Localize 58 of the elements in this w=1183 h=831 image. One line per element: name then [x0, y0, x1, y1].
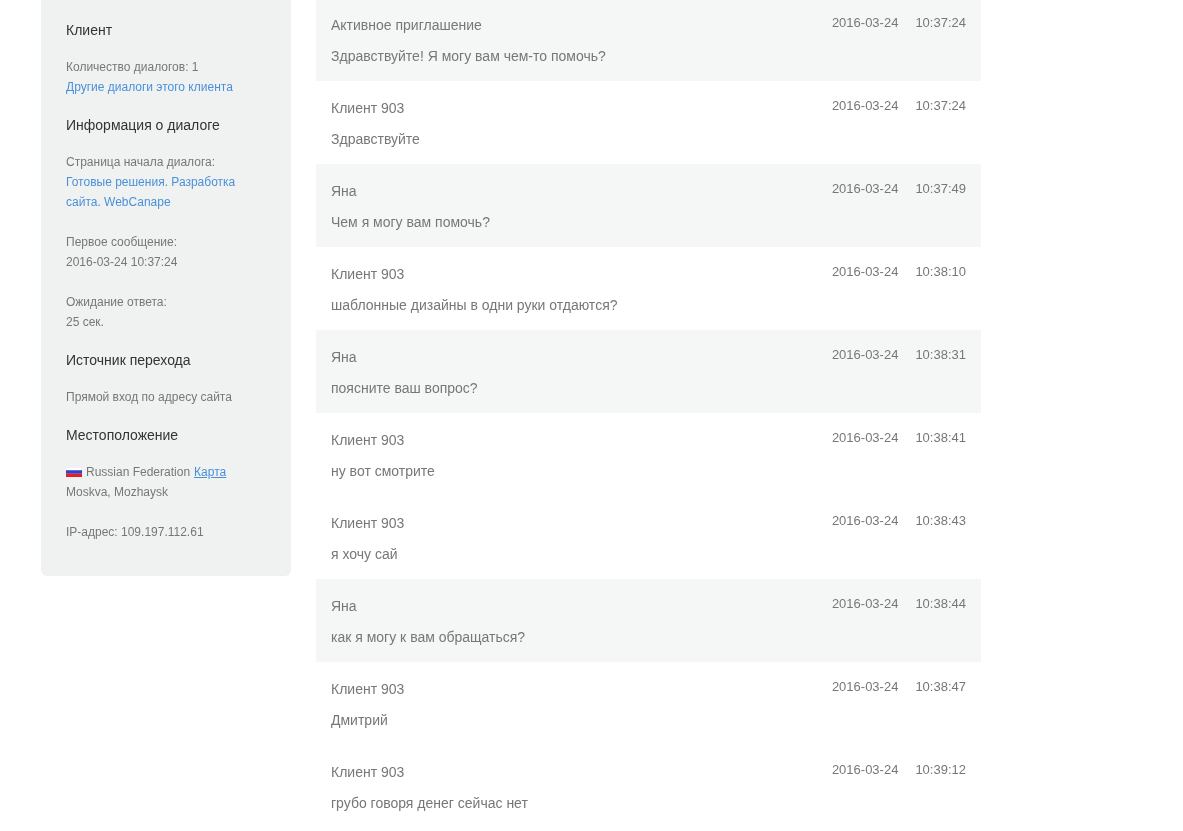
message-date: 2016-03-24 — [831, 181, 899, 197]
message-author: Клиент 903 — [331, 99, 406, 118]
info-text: IP-адрес: 109.197.112.61 — [66, 524, 204, 541]
message-text: грубо говоря денег сейчас нет — [331, 794, 529, 813]
flag-icon — [66, 467, 82, 477]
info-text: Moskva, Mozhaysk — [66, 484, 169, 501]
message-time: 10:38:10 — [915, 264, 966, 280]
message-time: 10:38:43 — [915, 513, 966, 529]
info-text: Страница начала диалога: — [66, 154, 215, 171]
message-time: 10:37:24 — [915, 15, 966, 31]
message-time: 10:38:47 — [915, 679, 966, 695]
message-time: 10:37:49 — [915, 181, 966, 197]
message-text: шаблонные дизайны в одни руки отдаются? — [331, 296, 619, 315]
message-time: 10:38:41 — [915, 430, 966, 446]
message-date: 2016-03-24 — [831, 15, 899, 31]
message-author: Яна — [331, 182, 358, 201]
message-author: Активное приглашение — [331, 16, 483, 35]
message-text: ну вот смотрите — [331, 462, 436, 481]
section-title: Информация о диалоге — [66, 116, 220, 135]
message-text: поясните ваш вопрос? — [331, 379, 479, 398]
section-title: Клиент — [66, 21, 113, 40]
message-time: 10:39:12 — [915, 762, 966, 778]
message-text: Здравствуйте — [331, 130, 421, 149]
message-date: 2016-03-24 — [831, 679, 899, 695]
section-title: Местоположение — [66, 426, 179, 445]
info-text: Russian Federation — [86, 464, 191, 481]
message-text: Чем я могу вам помочь? — [331, 213, 491, 232]
message-date: 2016-03-24 — [831, 347, 899, 363]
message-date: 2016-03-24 — [831, 762, 899, 778]
dialog-link[interactable]: Готовые решения. Разработка сайта. WebCanape — [66, 172, 241, 212]
message-text: я хочу сай — [331, 545, 399, 564]
dialog-link[interactable]: Другие диалоги этого клиента — [66, 77, 233, 97]
message-author: Клиент 903 — [331, 265, 406, 284]
message-date: 2016-03-24 — [831, 513, 899, 529]
info-text: Прямой вход по адресу сайта — [66, 389, 232, 406]
message-author: Клиент 903 — [331, 763, 406, 782]
info-text: Ожидание ответа: — [66, 294, 167, 311]
message-text: Здравствуйте! Я могу вам чем-то помочь? — [331, 47, 607, 66]
message-author: Клиент 903 — [331, 680, 406, 699]
message-time: 10:37:24 — [915, 98, 966, 114]
info-text: 2016-03-24 10:37:24 — [66, 254, 178, 271]
message-date: 2016-03-24 — [831, 430, 899, 446]
message-text: Дмитрий — [331, 711, 389, 730]
message-date: 2016-03-24 — [831, 264, 899, 280]
section-title: Источник перехода — [66, 351, 191, 370]
info-text: 25 сек. — [66, 314, 104, 331]
message-time: 10:38:31 — [915, 347, 966, 363]
message-time: 10:38:44 — [915, 596, 966, 612]
map-link[interactable]: Карта — [194, 462, 227, 482]
message-date: 2016-03-24 — [831, 98, 899, 114]
info-text: Первое сообщение: — [66, 234, 177, 251]
message-author: Клиент 903 — [331, 431, 406, 450]
message-author: Яна — [331, 597, 358, 616]
info-text: Количество диалогов: 1 — [66, 59, 199, 76]
message-date: 2016-03-24 — [831, 596, 899, 612]
message-author: Яна — [331, 348, 358, 367]
message-text: как я могу к вам обращаться? — [331, 628, 527, 647]
message-author: Клиент 903 — [331, 514, 406, 533]
